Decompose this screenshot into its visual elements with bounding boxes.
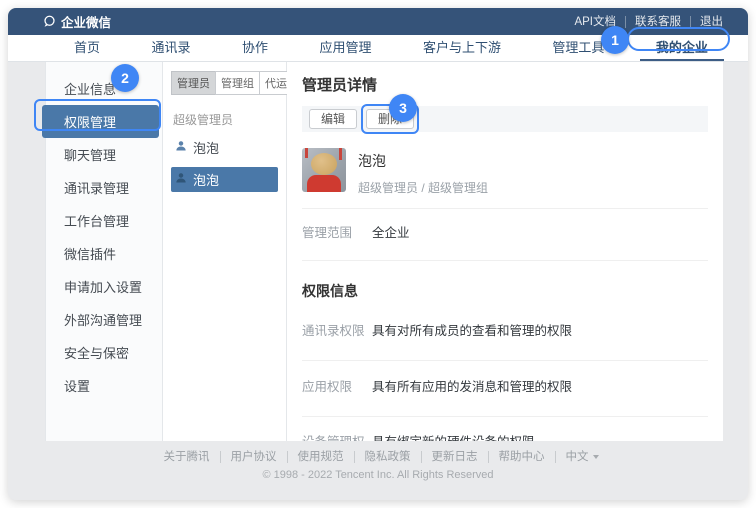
admin-display-name: 泡泡 [358,151,488,171]
tab-app-management[interactable]: 应用管理 [317,35,373,61]
sidebar-item-workbench-management[interactable]: 工作台管理 [49,204,159,237]
top-bar: 企业微信 API文档 联系客服 退出 [8,8,748,35]
usage-rules-link[interactable]: 使用规范 [287,451,354,463]
divider [302,260,708,261]
edit-button[interactable]: 编辑 [309,109,357,129]
user-icon [175,172,187,187]
divider [302,208,708,209]
contacts-permission-label: 通讯录权限 [302,324,372,339]
sidebar-item-wechat-plugin[interactable]: 微信插件 [49,237,159,270]
contacts-permission-row: 通讯录权限 具有对所有成员的查看和管理的权限 [302,324,708,339]
contact-support-link[interactable]: 联系客服 [625,16,690,28]
privacy-policy-link[interactable]: 隐私政策 [354,451,421,463]
page-title: 管理员详情 [302,74,708,95]
admin-name: 泡泡 [193,170,219,189]
sidebar-item-settings[interactable]: 设置 [49,369,159,402]
super-admin-group-label: 超级管理员 [171,111,278,128]
language-label: 中文 [566,451,589,463]
tab-contacts[interactable]: 通讯录 [149,35,192,61]
tab-admin-tools[interactable]: 管理工具 [550,35,606,61]
sidebar-item-join-settings[interactable]: 申请加入设置 [49,270,159,303]
settings-sidebar: 企业信息 权限管理 聊天管理 通讯录管理 工作台管理 微信插件 申请加入设置 外… [45,62,163,441]
app-permission-value: 具有所有应用的发消息和管理的权限 [372,380,572,395]
admin-list-item-selected[interactable]: 泡泡 [171,167,278,192]
step1-badge: 1 [601,26,629,54]
tab-customers[interactable]: 客户与上下游 [421,35,503,61]
brand-logo: 企业微信 [42,12,111,31]
avatar [302,148,346,192]
tab-administrators[interactable]: 管理员 [171,71,216,95]
divider [302,416,708,417]
copyright: © 1998 - 2022 Tencent Inc. All Rights Re… [8,469,748,481]
app-permission-row: 应用权限 具有所有应用的发消息和管理的权限 [302,380,708,395]
user-agreement-link[interactable]: 用户协议 [220,451,287,463]
step2-badge: 2 [111,64,139,92]
content-area: 企业信息 权限管理 聊天管理 通讯录管理 工作台管理 微信插件 申请加入设置 外… [8,62,748,441]
sidebar-item-contacts-management[interactable]: 通讯录管理 [49,171,159,204]
admin-profile: 泡泡 超级管理员 / 超级管理组 [302,148,708,196]
caret-down-icon [593,455,599,459]
sidebar-item-security[interactable]: 安全与保密 [49,336,159,369]
admin-list-item[interactable]: 泡泡 [171,135,278,160]
scope-value: 全企业 [372,226,410,241]
permission-section-title: 权限信息 [302,281,708,301]
sidebar-item-chat-management[interactable]: 聊天管理 [49,138,159,171]
logout-link[interactable]: 退出 [690,16,732,28]
sidebar-item-enterprise-info[interactable]: 企业信息 [49,72,159,105]
app-permission-label: 应用权限 [302,380,372,395]
admin-type-tabs: 管理员 管理组 代运营 + [171,71,278,95]
sidebar-item-external-communication[interactable]: 外部沟通管理 [49,303,159,336]
scope-label: 管理范围 [302,226,372,241]
primary-nav: 首页 通讯录 协作 应用管理 客户与上下游 管理工具 我的企业 [8,35,748,62]
divider [302,360,708,361]
step3-badge: 3 [389,94,417,122]
admin-list-panel: 管理员 管理组 代运营 + 超级管理员 泡泡 [163,62,287,441]
about-tencent-link[interactable]: 关于腾讯 [154,451,220,463]
tab-my-enterprise[interactable]: 我的企业 [654,35,710,61]
changelog-link[interactable]: 更新日志 [421,451,488,463]
left-gutter [8,62,45,441]
top-links: API文档 联系客服 退出 [565,16,732,28]
admin-role: 超级管理员 / 超级管理组 [358,179,488,196]
footer-links: 关于腾讯 用户协议 使用规范 隐私政策 更新日志 帮助中心 中文 [8,451,748,463]
footer: 关于腾讯 用户协议 使用规范 隐私政策 更新日志 帮助中心 中文 © 1998 … [8,441,748,500]
brand-name: 企业微信 [61,12,111,31]
admin-detail-pane: 管理员详情 编辑 删除 泡泡 超级管理员 / 超级管理组 管理范围 全企业 [287,62,723,441]
tab-collaboration[interactable]: 协作 [240,35,270,61]
user-icon [175,140,187,155]
right-gutter [723,62,748,441]
help-center-link[interactable]: 帮助中心 [488,451,555,463]
admin-name: 泡泡 [193,138,219,157]
language-selector[interactable]: 中文 [555,451,603,463]
tab-home[interactable]: 首页 [72,35,102,61]
scope-row: 管理范围 全企业 [302,226,708,241]
contacts-permission-value: 具有对所有成员的查看和管理的权限 [372,324,572,339]
tab-admin-groups[interactable]: 管理组 [215,71,260,95]
sidebar-item-permission-management[interactable]: 权限管理 [42,105,159,138]
detail-toolbar: 编辑 删除 [302,106,708,132]
wework-bubble-icon [42,14,57,29]
